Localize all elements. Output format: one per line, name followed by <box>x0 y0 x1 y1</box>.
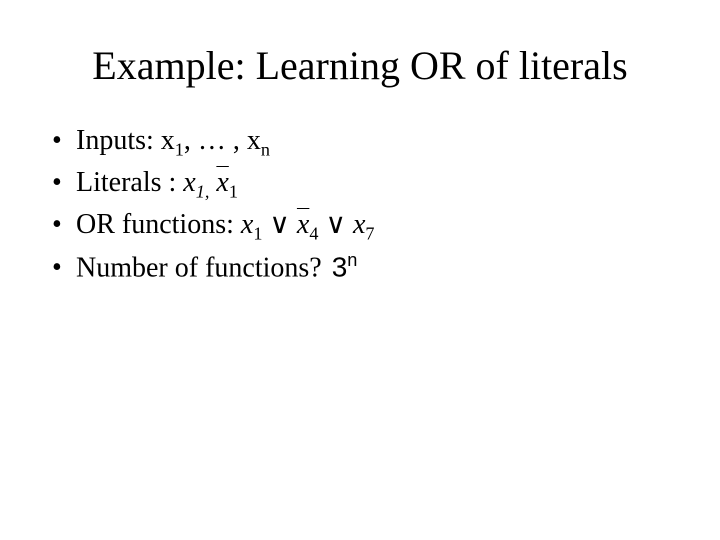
bullet-dot: • <box>52 248 76 289</box>
text: OR functions: <box>76 209 234 240</box>
slide: Example: Learning OR of literals • Input… <box>0 0 720 540</box>
subscript: 1 <box>229 182 238 202</box>
bullet-dot: • <box>52 205 76 246</box>
negated-variable: x <box>216 167 228 198</box>
bullet-literals: Literals : x1, x1 <box>76 163 238 205</box>
list-item: • Literals : x1, x1 <box>52 163 680 205</box>
or-symbol: ∨ <box>269 209 290 240</box>
variable: x <box>353 209 365 240</box>
subscript: 1, <box>196 182 210 202</box>
text: Number of functions? <box>76 252 322 283</box>
text: Inputs: x <box>76 125 175 156</box>
negated-variable: x <box>297 209 309 240</box>
subscript: 1 <box>175 140 184 160</box>
subscript: n <box>261 140 270 160</box>
list-item: • Inputs: x1, … , xn <box>52 121 680 163</box>
subscript: 1 <box>253 224 262 244</box>
variable: x <box>183 167 195 198</box>
bullet-dot: • <box>52 121 76 162</box>
or-symbol: ∨ <box>325 209 346 240</box>
subscript: 7 <box>365 224 374 244</box>
variable: x <box>241 209 253 240</box>
bullet-or-functions: OR functions: x1 ∨ x4 ∨ x7 <box>76 205 374 247</box>
bullet-list: • Inputs: x1, … , xn • Literals : x1, x1… <box>40 121 680 289</box>
bullet-count: Number of functions? 3n <box>76 247 357 289</box>
slide-title: Example: Learning OR of literals <box>40 42 680 89</box>
answer-base: 3 <box>332 251 348 282</box>
text: , … , x <box>184 125 261 156</box>
text: Literals : <box>76 167 183 198</box>
bullet-dot: • <box>52 163 76 204</box>
list-item: • Number of functions? 3n <box>52 247 680 289</box>
bullet-inputs: Inputs: x1, … , xn <box>76 121 270 163</box>
list-item: • OR functions: x1 ∨ x4 ∨ x7 <box>52 205 680 247</box>
subscript: 4 <box>309 224 318 244</box>
answer-exponent: n <box>347 250 357 270</box>
